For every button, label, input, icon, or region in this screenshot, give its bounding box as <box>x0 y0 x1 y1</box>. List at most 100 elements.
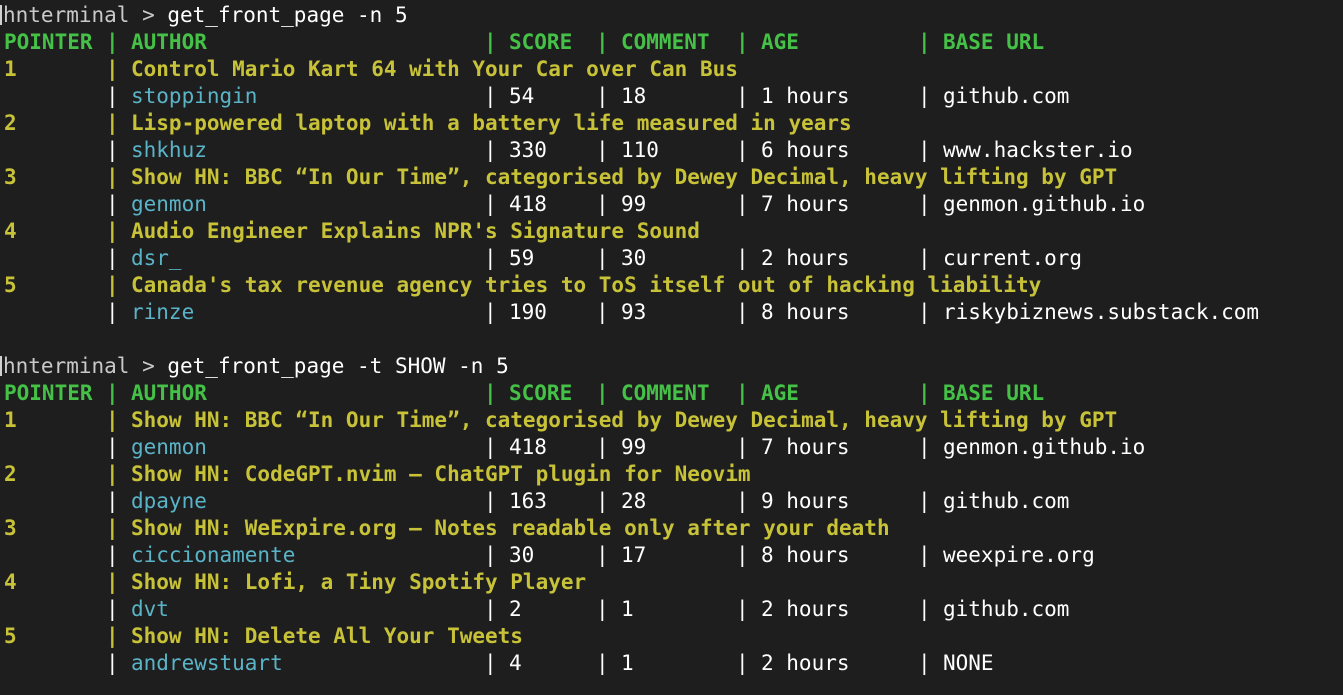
column-separator: | <box>106 246 119 270</box>
story-title[interactable]: Canada's tax revenue agency tries to ToS… <box>131 272 1041 299</box>
story-author[interactable]: andrewstuart <box>131 650 283 677</box>
story-base-url[interactable]: NONE <box>943 650 994 677</box>
story-author[interactable]: genmon <box>131 191 207 218</box>
column-separator: | <box>736 84 749 108</box>
story-score: 330 <box>509 138 547 162</box>
story-author[interactable]: stoppingin <box>131 83 257 110</box>
command-prompt-line[interactable]: hnterminal > get_front_page -t SHOW -n 5 <box>0 353 1343 380</box>
column-separator: | <box>106 516 119 540</box>
story-comment-count: 30 <box>621 246 647 270</box>
column-separator: | <box>918 435 931 459</box>
column-separator: | <box>596 192 609 216</box>
story-title[interactable]: Show HN: Lofi, a Tiny Spotify Player <box>131 569 586 596</box>
column-separator: | <box>918 489 931 513</box>
story-title[interactable]: Lisp-powered laptop with a battery life … <box>131 110 852 137</box>
story-age: 2 hours <box>761 246 850 270</box>
story-base-url[interactable]: genmon.github.io <box>943 434 1145 461</box>
story-title-row[interactable]: 4 | Show HN: Lofi, a Tiny Spotify Player <box>0 569 1343 596</box>
story-title-row[interactable]: 2 | Lisp-powered laptop with a battery lif… <box>0 110 1343 137</box>
story-base-url[interactable]: github.com <box>943 596 1069 623</box>
story-age: 2 hours <box>761 651 850 675</box>
column-separator: | <box>106 624 119 648</box>
column-separator: | <box>484 651 497 675</box>
story-title[interactable]: Show HN: Delete All Your Tweets <box>131 623 523 650</box>
column-separator: | <box>106 462 119 486</box>
column-separator: | <box>106 138 119 162</box>
story-author[interactable]: dpayne <box>131 488 207 515</box>
column-separator: | <box>106 489 119 513</box>
header-base-url: BASE URL <box>943 381 1045 405</box>
column-separator: | <box>484 597 497 621</box>
command-text: get_front_page -n 5 <box>167 3 408 27</box>
command-prompt-line[interactable]: hnterminal > get_front_page -n 5 <box>0 2 1343 29</box>
column-separator: | <box>918 30 931 54</box>
story-base-url[interactable]: genmon.github.io <box>943 191 1145 218</box>
story-title-row[interactable]: 5 | Canada's tax revenue agency tries to T… <box>0 272 1343 299</box>
story-comment-count: 99 <box>621 435 647 459</box>
story-comment-count: 17 <box>621 543 647 567</box>
story-title-row[interactable]: 5 | Show HN: Delete All Your Tweets <box>0 623 1343 650</box>
story-base-url[interactable]: github.com <box>943 83 1069 110</box>
story-title[interactable]: Show HN: BBC “In Our Time”, categorised … <box>131 407 1117 434</box>
story-base-url[interactable]: weexpire.org <box>943 542 1095 569</box>
command-text: get_front_page -t SHOW -n 5 <box>167 354 509 378</box>
column-separator: | <box>736 543 749 567</box>
story-pointer: 4 <box>4 570 17 594</box>
story-title[interactable]: Control Mario Kart 64 with Your Car over… <box>131 56 738 83</box>
story-title[interactable]: Audio Engineer Explains NPR's Signature … <box>131 218 700 245</box>
story-title-row[interactable]: 3 | Show HN: BBC “In Our Time”, categorise… <box>0 164 1343 191</box>
story-meta-row: | rinze | 190 | 93 | 8 hours | riskybiznews.subst… <box>0 299 1343 326</box>
story-pointer: 5 <box>4 624 17 648</box>
header-comment: COMMENT <box>621 30 710 54</box>
header-age: AGE <box>761 30 799 54</box>
story-base-url[interactable]: github.com <box>943 488 1069 515</box>
story-base-url[interactable]: www.hackster.io <box>943 137 1133 164</box>
column-separator: | <box>918 300 931 324</box>
column-separator: | <box>484 543 497 567</box>
story-author[interactable]: shkhuz <box>131 137 207 164</box>
column-separator: | <box>596 246 609 270</box>
column-separator: | <box>596 300 609 324</box>
story-author[interactable]: ciccionamente <box>131 542 295 569</box>
story-age: 9 hours <box>761 489 850 513</box>
story-author[interactable]: dsr_ <box>131 245 182 272</box>
story-author[interactable]: dvt <box>131 596 169 623</box>
column-separator: | <box>484 138 497 162</box>
column-separator: | <box>106 57 119 81</box>
story-comment-count: 110 <box>621 138 659 162</box>
story-title-row[interactable]: 3 | Show HN: WeExpire.org – Notes readable… <box>0 515 1343 542</box>
story-score: 54 <box>509 84 535 108</box>
story-age: 7 hours <box>761 192 850 216</box>
story-pointer: 2 <box>4 462 17 486</box>
story-base-url[interactable]: riskybiznews.substack.com <box>943 299 1259 326</box>
prompt-label: hnterminal > <box>3 3 168 27</box>
column-separator: | <box>918 192 931 216</box>
column-separator: | <box>484 489 497 513</box>
column-separator: | <box>596 138 609 162</box>
column-separator: | <box>736 192 749 216</box>
story-author[interactable]: genmon <box>131 434 207 461</box>
story-meta-row: | genmon | 418 | 99 | 7 hours | genmon.github.io <box>0 191 1343 218</box>
column-separator: | <box>106 543 119 567</box>
story-title-row[interactable]: 1 | Show HN: BBC “In Our Time”, categorise… <box>0 407 1343 434</box>
story-score: 30 <box>509 543 535 567</box>
column-separator: | <box>736 381 749 405</box>
story-title[interactable]: Show HN: BBC “In Our Time”, categorised … <box>131 164 1117 191</box>
story-base-url[interactable]: current.org <box>943 245 1082 272</box>
column-separator: | <box>736 246 749 270</box>
story-title-row[interactable]: 1 | Control Mario Kart 64 with Your Car ov… <box>0 56 1343 83</box>
terminal-window[interactable]: hnterminal > get_front_page -n 5 POINTER |… <box>0 2 1343 677</box>
story-title[interactable]: Show HN: CodeGPT.nvim – ChatGPT plugin f… <box>131 461 751 488</box>
column-separator: | <box>106 408 119 432</box>
story-title-row[interactable]: 2 | Show HN: CodeGPT.nvim – ChatGPT plugin… <box>0 461 1343 488</box>
story-title[interactable]: Show HN: WeExpire.org – Notes readable o… <box>131 515 890 542</box>
header-pointer: POINTER <box>4 381 93 405</box>
column-separator: | <box>736 597 749 621</box>
story-author[interactable]: rinze <box>131 299 194 326</box>
column-separator: | <box>484 30 497 54</box>
column-separator: | <box>596 489 609 513</box>
story-title-row[interactable]: 4 | Audio Engineer Explains NPR's Signatur… <box>0 218 1343 245</box>
story-comment-count: 99 <box>621 192 647 216</box>
story-meta-row: | dvt | 2 | 1 | 2 hours | github.com <box>0 596 1343 623</box>
column-separator: | <box>106 165 119 189</box>
